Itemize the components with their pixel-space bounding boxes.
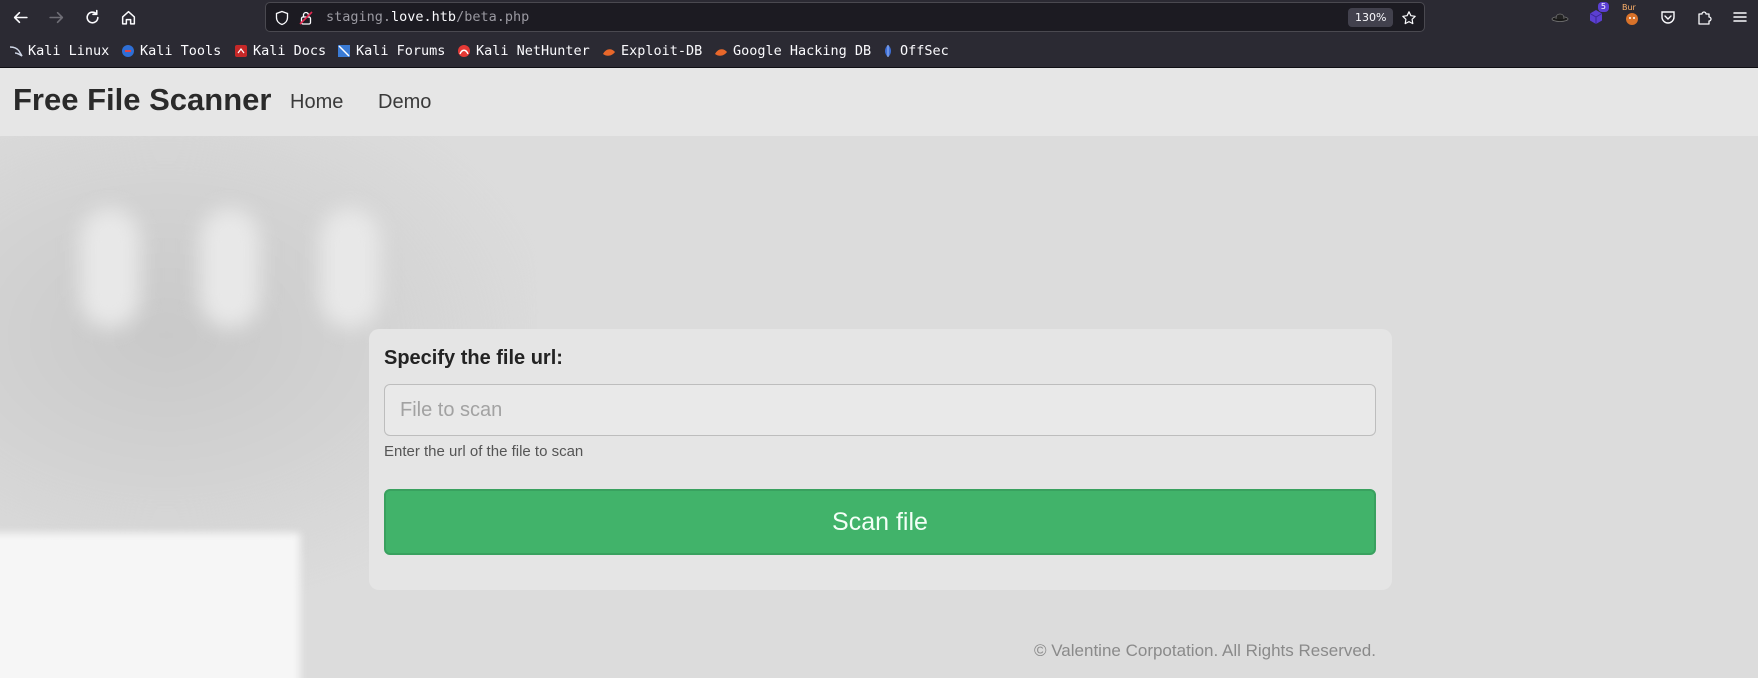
bookmark-label: OffSec	[900, 43, 949, 59]
footer-copyright: © Valentine Corpotation. All Rights Rese…	[1033, 641, 1376, 660]
url-host: love.htb	[391, 9, 457, 25]
pocket-button[interactable]	[1656, 5, 1680, 29]
bookmark-label: Exploit-DB	[621, 43, 703, 59]
kali-tools-icon	[122, 45, 134, 57]
bookmark-label: Kali NetHunter	[476, 43, 590, 59]
bookmark-label: Kali Forums	[356, 43, 446, 59]
url-text[interactable]: staging.love.htb/beta.php	[326, 9, 529, 25]
bookmark-label: Kali Linux	[28, 43, 110, 59]
pocket-icon	[1661, 11, 1675, 24]
nav-link-home[interactable]: Home	[290, 91, 343, 114]
burp-label: Bur	[1622, 3, 1636, 12]
file-url-label: Specify the file url:	[384, 347, 563, 369]
home-button[interactable]	[116, 5, 140, 29]
kali-dragon-icon	[9, 46, 23, 57]
scan-file-button[interactable]: Scan file	[384, 489, 1376, 555]
shield-icon[interactable]	[273, 9, 291, 27]
bookmark-kali-nethunter[interactable]: Kali NetHunter	[457, 42, 590, 60]
bookmark-kali-docs[interactable]: Kali Docs	[234, 42, 326, 60]
puzzle-icon	[1698, 11, 1712, 25]
background-shape	[200, 208, 260, 328]
hamburger-menu-icon	[1733, 12, 1747, 22]
site-brand[interactable]: Free File Scanner	[13, 82, 271, 118]
arrow-left-icon	[13, 11, 28, 23]
kali-forums-icon	[338, 45, 350, 57]
home-icon	[121, 10, 135, 25]
notification-count-badge: 5	[1597, 2, 1609, 12]
page-content: Free File Scanner Home Demo Specify the …	[0, 68, 1758, 678]
extension-burp-button[interactable]: Bur	[1620, 3, 1644, 29]
background-shape	[320, 208, 380, 328]
reload-icon	[85, 9, 99, 24]
url-prefix: staging.	[326, 9, 392, 25]
nethunter-icon	[458, 45, 470, 57]
bookmarks-bar: Kali Linux Kali Tools Kali Docs Kali For…	[0, 34, 1758, 68]
bookmark-label: Kali Docs	[253, 43, 327, 59]
bookmark-exploit-db[interactable]: Exploit-DB	[602, 42, 702, 60]
extension-hat-button[interactable]	[1548, 5, 1572, 29]
reload-button[interactable]	[80, 5, 104, 29]
forward-button[interactable]	[44, 5, 68, 29]
hat-icon	[1551, 13, 1569, 22]
arrow-right-icon	[48, 11, 63, 23]
extension-cube-button[interactable]: 5	[1584, 2, 1609, 29]
bookmark-google-hacking-db[interactable]: Google Hacking DB	[714, 42, 871, 60]
nav-link-demo[interactable]: Demo	[378, 91, 431, 114]
scan-form-card: Specify the file url: Enter the url of t…	[369, 329, 1392, 590]
bookmark-kali-forums[interactable]: Kali Forums	[337, 42, 445, 60]
background-shape	[80, 208, 140, 328]
bookmark-star-icon[interactable]	[1400, 9, 1418, 27]
extensions-button[interactable]	[1692, 5, 1716, 29]
bookmark-offsec[interactable]: OffSec	[881, 42, 949, 60]
offsec-icon	[885, 45, 891, 57]
kali-docs-icon	[235, 45, 247, 57]
bookmark-kali-linux[interactable]: Kali Linux	[9, 42, 109, 60]
ghdb-icon	[715, 49, 727, 56]
bookmark-label: Kali Tools	[140, 43, 222, 59]
file-url-help-text: Enter the url of the file to scan	[384, 443, 584, 460]
bookmark-label: Google Hacking DB	[733, 43, 872, 59]
back-button[interactable]	[8, 5, 32, 29]
file-url-input[interactable]	[384, 384, 1376, 436]
zoom-level-badge[interactable]: 130%	[1348, 8, 1394, 27]
menu-button[interactable]	[1728, 5, 1752, 29]
lock-insecure-icon[interactable]	[297, 9, 315, 27]
exploitdb-icon	[603, 49, 615, 56]
site-navbar: Free File Scanner Home Demo	[0, 68, 1758, 136]
background-panel	[0, 533, 300, 678]
url-bar[interactable]: staging.love.htb/beta.php 130%	[265, 2, 1425, 32]
bookmark-kali-tools[interactable]: Kali Tools	[121, 42, 221, 60]
url-path: /beta.php	[456, 9, 530, 25]
browser-toolbar: staging.love.htb/beta.php 130% 5 Bur	[0, 0, 1758, 34]
